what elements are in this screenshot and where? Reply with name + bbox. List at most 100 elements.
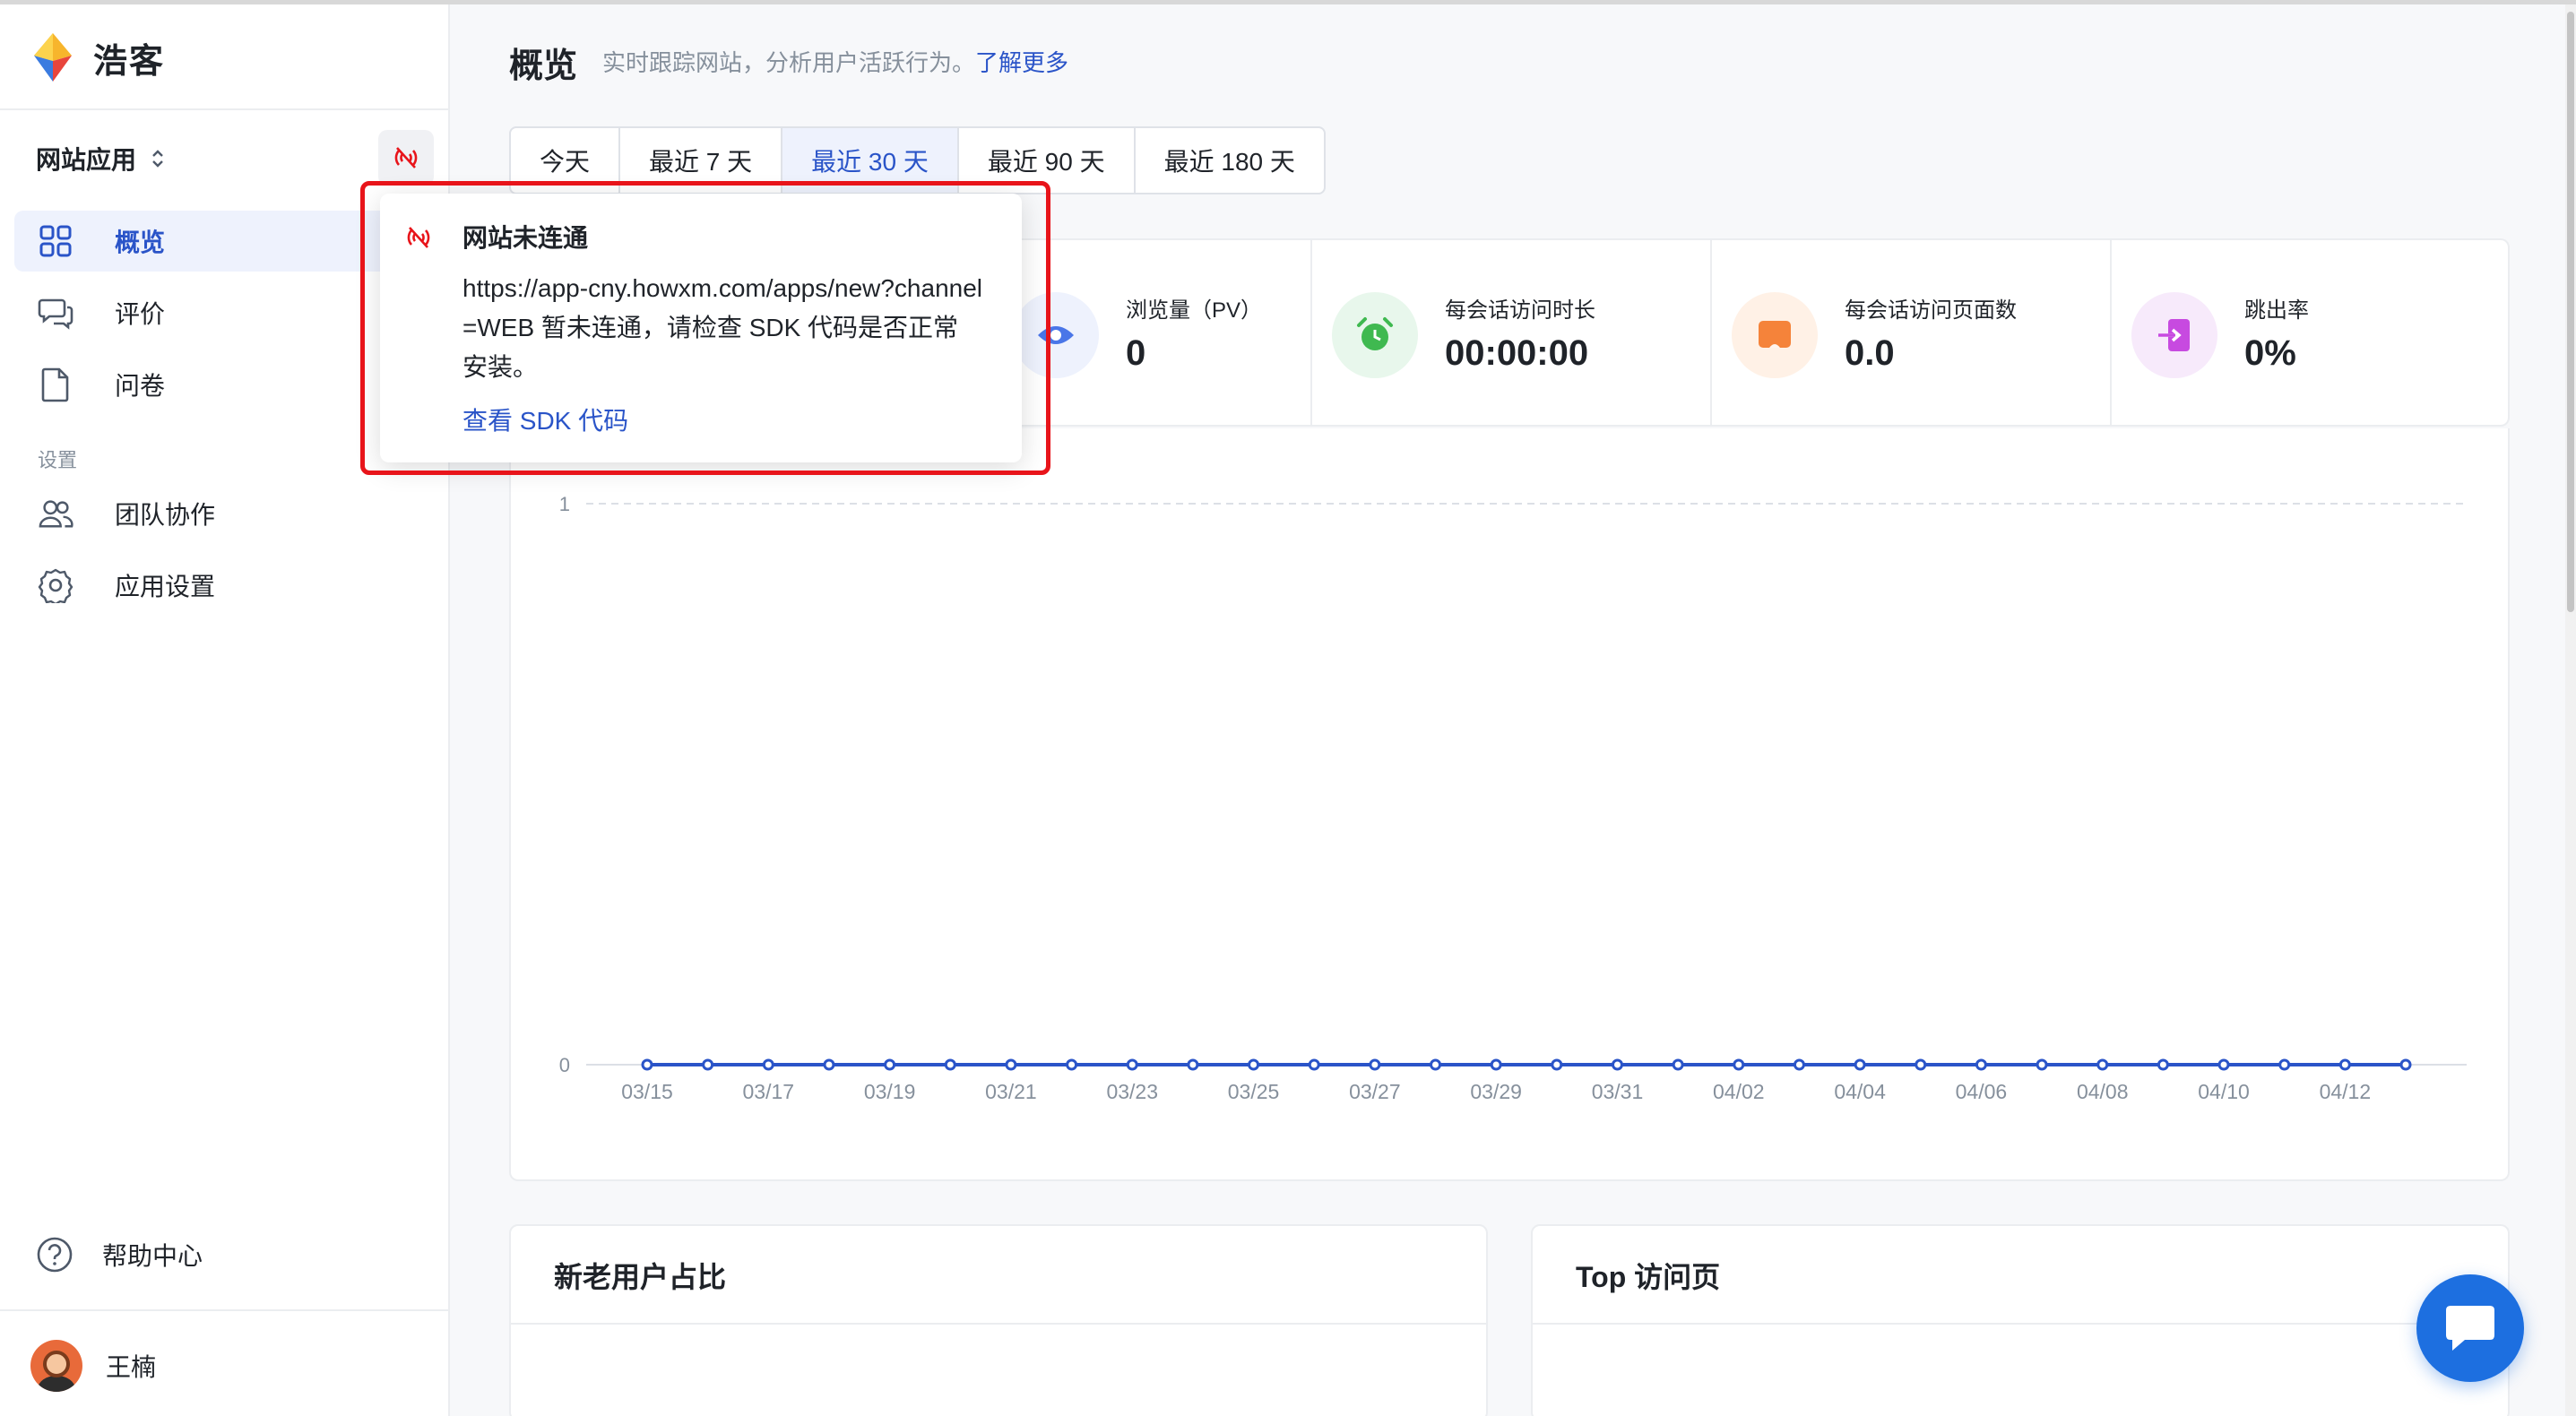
y-tick-label: 0 (559, 1054, 570, 1076)
data-point (823, 1058, 835, 1071)
settings-section-label: 设置 (38, 449, 78, 471)
learn-more-link[interactable]: 了解更多 (975, 49, 1068, 76)
popover-title: 网站未连通 (462, 224, 589, 252)
stat-session-duration: 每会话访问时长 00:00:00 (1310, 240, 1710, 425)
data-point (1126, 1058, 1138, 1071)
question-circle-icon (37, 1237, 73, 1273)
scrollbar-thumb[interactable] (2567, 12, 2574, 612)
new-vs-returning-users-card: 新老用户占比 (509, 1224, 1488, 1416)
signal-off-icon (407, 227, 430, 248)
page-scrollbar[interactable] (2565, 4, 2576, 1416)
data-point (2278, 1058, 2291, 1071)
data-point (1672, 1058, 1684, 1071)
data-point (1430, 1058, 1442, 1071)
data-point (2399, 1058, 2412, 1071)
page-title: 概览 (509, 47, 578, 85)
stat-value: 0 (1126, 333, 1146, 373)
app-switcher-label: 网站应用 (36, 146, 137, 174)
range-last-7-days[interactable]: 最近 7 天 (620, 128, 783, 193)
x-tick-label: 04/12 (2320, 1080, 2372, 1103)
data-point (762, 1058, 774, 1071)
data-point (2157, 1058, 2169, 1071)
data-point (1551, 1058, 1563, 1071)
card-divider (1533, 1323, 2508, 1325)
data-point (1308, 1058, 1320, 1071)
exit-icon (2131, 292, 2217, 378)
stat-value: 0.0 (1845, 333, 1895, 373)
brand-name: 浩客 (93, 42, 166, 81)
y-tick-label: 1 (559, 493, 570, 515)
trend-chart: 1 0 03/15 03/17 03/19 03/21 03/23 03/25 03/27 03/… (559, 493, 2467, 1103)
chevron-up-down-icon (152, 150, 163, 168)
chat-icon (2446, 1306, 2494, 1351)
nav-item-overview[interactable]: 概览 (14, 211, 436, 272)
data-point (1005, 1058, 1017, 1071)
data-point (1854, 1058, 1866, 1071)
stat-label: 每会话访问时长 (1445, 298, 1595, 323)
brand-logo-icon (34, 33, 72, 82)
card-title: 新老用户占比 (554, 1261, 727, 1293)
x-tick-label: 03/17 (743, 1080, 795, 1103)
range-today[interactable]: 今天 (511, 128, 621, 193)
nav-item-app-settings[interactable]: 应用设置 (14, 555, 436, 616)
x-tick-label: 03/21 (985, 1080, 1037, 1103)
user-profile[interactable]: 王楠 (30, 1340, 156, 1392)
data-point (1369, 1058, 1381, 1071)
nav-item-team[interactable]: 团队协作 (14, 483, 436, 544)
stat-value: 0% (2244, 333, 2296, 373)
chat-bubbles-icon (38, 295, 73, 331)
nav-item-label: 评价 (115, 300, 166, 328)
data-point (1793, 1058, 1805, 1071)
nav-item-reviews[interactable]: 评价 (14, 282, 436, 343)
x-tick-label: 03/25 (1228, 1080, 1280, 1103)
stat-label: 每会话访问页面数 (1845, 298, 2017, 323)
sidebar-divider (0, 1309, 448, 1311)
connection-status-button[interactable] (378, 130, 434, 186)
nav-item-label: 概览 (115, 229, 166, 256)
app-switcher[interactable]: 网站应用 (36, 141, 167, 177)
data-point (1248, 1058, 1260, 1071)
chat-support-button[interactable] (2416, 1274, 2524, 1382)
help-center-label: 帮助中心 (102, 1242, 203, 1270)
eye-icon (1013, 292, 1099, 378)
nav-item-surveys[interactable]: 问卷 (14, 354, 436, 415)
x-tick-label: 03/27 (1349, 1080, 1401, 1103)
data-point (1066, 1058, 1078, 1071)
x-tick-label: 03/29 (1470, 1080, 1522, 1103)
x-tick-label: 04/10 (2198, 1080, 2250, 1103)
x-tick-label: 04/02 (1713, 1080, 1765, 1103)
data-point (884, 1058, 896, 1071)
x-tick-label: 03/15 (621, 1080, 673, 1103)
data-point (1915, 1058, 1927, 1071)
data-point (1733, 1058, 1745, 1071)
brand[interactable]: 浩客 (27, 31, 165, 83)
gear-icon (38, 567, 73, 603)
nav-item-label: 团队协作 (115, 501, 216, 529)
card-divider (511, 1323, 1486, 1325)
page-description: 实时跟踪网站，分析用户活跃行为。了解更多 (602, 45, 1068, 78)
connection-warning-popover: 网站未连通 https://app-cny.howxm.com/apps/new… (380, 194, 1022, 462)
card-title: Top 访问页 (1576, 1261, 1721, 1293)
page-icon (1732, 292, 1818, 378)
stat-value: 00:00:00 (1445, 333, 1589, 373)
data-point (1611, 1058, 1623, 1071)
data-point (1490, 1058, 1502, 1071)
trend-chart-card: 1 0 03/15 03/17 03/19 03/21 03/23 03/25 03/27 03/… (509, 428, 2510, 1181)
data-point (2036, 1058, 2048, 1071)
data-point (641, 1058, 653, 1071)
date-range-selector: 今天 最近 7 天 最近 30 天 最近 90 天 最近 180 天 (509, 126, 1326, 194)
help-center-link[interactable]: 帮助中心 (36, 1236, 203, 1274)
x-tick-label: 03/31 (1592, 1080, 1644, 1103)
range-last-180-days[interactable]: 最近 180 天 (1136, 128, 1324, 193)
range-last-90-days[interactable]: 最近 90 天 (959, 128, 1136, 193)
range-last-30-days[interactable]: 最近 30 天 (782, 128, 959, 193)
data-point (944, 1058, 956, 1071)
data-point (1187, 1058, 1199, 1071)
x-tick-label: 03/23 (1106, 1080, 1158, 1103)
view-sdk-code-link[interactable]: 查看 SDK 代码 (462, 401, 628, 437)
top-pages-card: Top 访问页 (1531, 1224, 2510, 1416)
x-tick-label: 04/06 (1956, 1080, 2008, 1103)
grid-icon (38, 223, 73, 259)
document-icon (38, 367, 73, 402)
user-name: 王楠 (106, 1353, 157, 1381)
